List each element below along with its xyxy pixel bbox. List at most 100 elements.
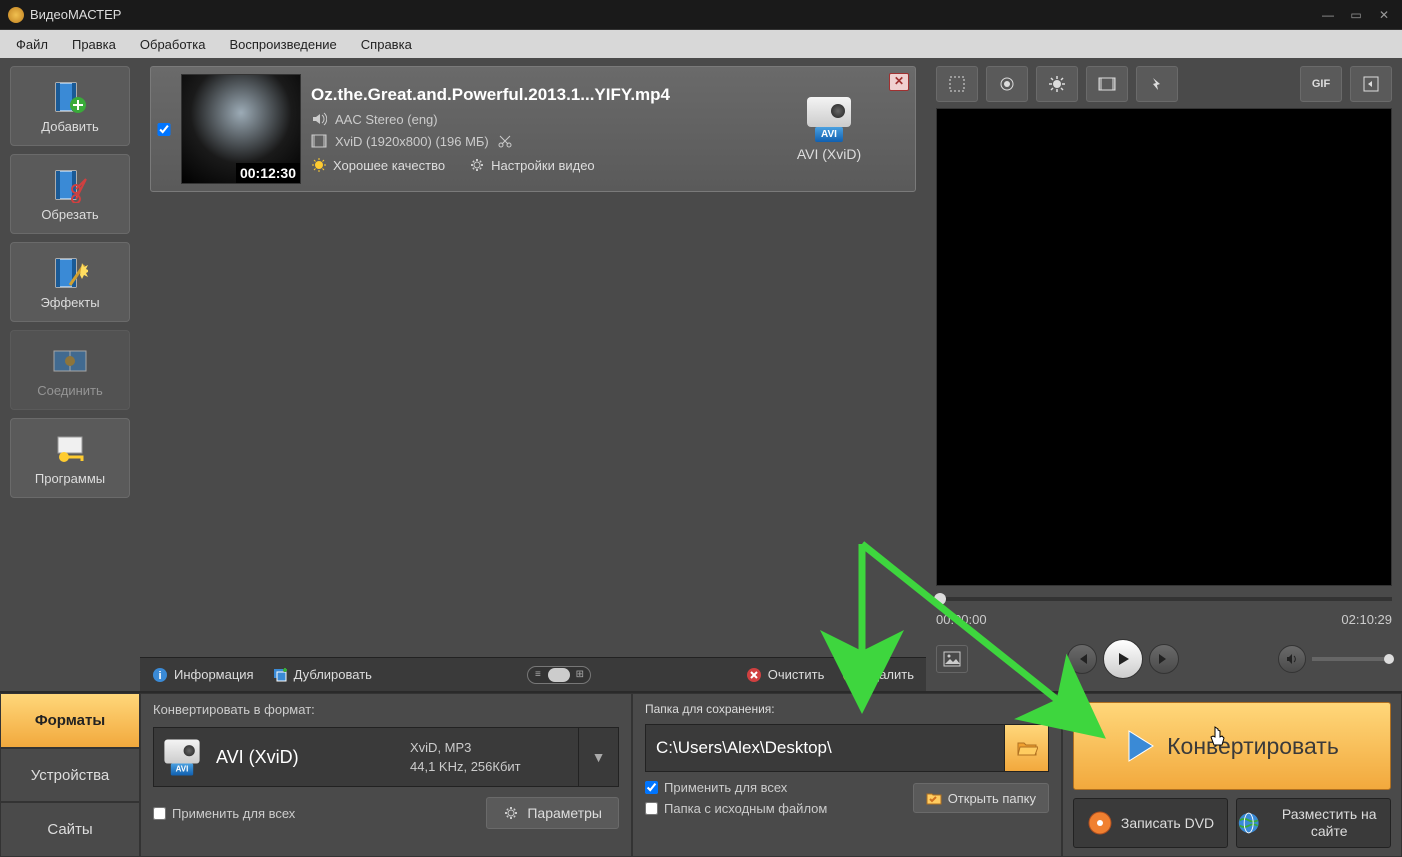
file-item[interactable]: 00:12:30 Oz.the.Great.and.Powerful.2013.…	[150, 66, 916, 192]
time-total: 02:10:29	[1341, 612, 1392, 627]
effects-tool-button[interactable]	[1086, 66, 1128, 102]
quality-button[interactable]: Хорошее качество	[311, 157, 445, 173]
format-selector[interactable]: AVI AVI (XviD) XviD, MP344,1 KHz, 256Кби…	[153, 727, 619, 787]
save-path-field[interactable]: C:\Users\Alex\Desktop\	[646, 725, 1004, 771]
close-button[interactable]: ✕	[1374, 8, 1394, 22]
camera-icon	[807, 97, 851, 127]
crop-tool-button[interactable]	[936, 66, 978, 102]
view-toggle[interactable]: ≡⊞	[527, 666, 591, 684]
fullscreen-button[interactable]	[1350, 66, 1392, 102]
video-preview[interactable]	[936, 108, 1392, 586]
file-output-format[interactable]: AVI AVI (XviD)	[779, 97, 879, 162]
menu-file[interactable]: Файл	[4, 33, 60, 56]
filmstrip-icon	[1097, 74, 1117, 94]
info-button[interactable]: i Информация	[152, 667, 254, 683]
file-name: Oz.the.Great.and.Powerful.2013.1...YIFY.…	[311, 85, 769, 105]
menu-process[interactable]: Обработка	[128, 33, 218, 56]
gif-icon: GIF	[1312, 78, 1330, 90]
tab-sites[interactable]: Сайты	[0, 802, 140, 857]
tab-devices[interactable]: Устройства	[0, 748, 140, 803]
format-panel: Конвертировать в формат: AVI AVI (XviD) …	[140, 693, 632, 857]
prev-button[interactable]	[1067, 644, 1097, 674]
format-badge: AVI	[815, 127, 843, 142]
photo-icon	[943, 651, 961, 667]
center-pane: 00:12:30 Oz.the.Great.and.Powerful.2013.…	[140, 58, 926, 691]
menu-help[interactable]: Справка	[349, 33, 424, 56]
remove-file-button[interactable]: ✕	[889, 73, 909, 91]
save-panel: Папка для сохранения: C:\Users\Alex\Desk…	[632, 693, 1062, 857]
play-arrow-icon	[1125, 729, 1155, 763]
maximize-button[interactable]: ▭	[1346, 8, 1366, 22]
effects-button[interactable]: Эффекты	[10, 242, 130, 322]
format-tabs: Форматы Устройства Сайты	[0, 693, 140, 857]
publish-button[interactable]: Разместить на сайте	[1236, 798, 1391, 848]
apply-all-checkbox[interactable]: Применить для всех	[153, 806, 295, 821]
action-bar: i Информация Дублировать ≡⊞ Очистить Уда…	[140, 657, 926, 691]
snapshot-button[interactable]	[936, 645, 968, 673]
burn-dvd-button[interactable]: Записать DVD	[1073, 798, 1228, 848]
browse-folder-button[interactable]	[1004, 725, 1048, 771]
format-name: AVI (XviD)	[210, 747, 410, 768]
film-icon	[311, 133, 327, 149]
convert-panel: Конвертировать Записать DVD Разместить н…	[1062, 693, 1402, 857]
enhance-tool-button[interactable]	[986, 66, 1028, 102]
titlebar: ВидеоМАСТЕР — ▭ ✕	[0, 0, 1402, 30]
join-button: Соединить	[10, 330, 130, 410]
volume-button[interactable]	[1278, 645, 1306, 673]
play-icon	[1114, 650, 1132, 668]
seek-bar[interactable]	[936, 592, 1392, 606]
cut-small-icon[interactable]	[497, 133, 513, 149]
speed-icon	[1147, 74, 1167, 94]
tab-formats[interactable]: Форматы	[0, 693, 140, 748]
programs-button[interactable]: Программы	[10, 418, 130, 498]
minimize-button[interactable]: —	[1318, 8, 1338, 22]
cut-label: Обрезать	[41, 207, 98, 222]
convert-button[interactable]: Конвертировать	[1073, 702, 1391, 790]
add-button[interactable]: Добавить	[10, 66, 130, 146]
gif-tool-button[interactable]: GIF	[1300, 66, 1342, 102]
brightness-icon	[1047, 74, 1067, 94]
wand-icon	[52, 255, 88, 291]
video-settings-button[interactable]: Настройки видео	[469, 157, 595, 173]
app-logo-icon	[8, 7, 24, 23]
scissors-icon	[52, 167, 88, 203]
parameters-button[interactable]: Параметры	[486, 797, 619, 829]
effects-label: Эффекты	[40, 295, 99, 310]
add-film-icon	[52, 79, 88, 115]
disc-icon	[1087, 810, 1113, 836]
apply-all-save-checkbox[interactable]: Применить для всех	[645, 780, 827, 795]
sun-icon	[311, 157, 327, 173]
app-title: ВидеоМАСТЕР	[30, 7, 1310, 22]
svg-text:i: i	[158, 670, 161, 682]
volume-slider[interactable]	[1312, 657, 1392, 661]
brightness-tool-button[interactable]	[1036, 66, 1078, 102]
speed-tool-button[interactable]	[1136, 66, 1178, 102]
duplicate-icon	[272, 667, 288, 683]
menu-edit[interactable]: Правка	[60, 33, 128, 56]
globe-icon	[1237, 810, 1260, 836]
file-checkbox[interactable]	[157, 123, 171, 136]
file-thumbnail[interactable]: 00:12:30	[181, 74, 301, 184]
file-video: XviD (1920x800) (196 МБ)	[335, 134, 489, 149]
key-icon	[52, 431, 88, 467]
delete-button[interactable]: Удалить	[842, 667, 914, 683]
format-dropdown-button[interactable]: ▼	[578, 728, 618, 786]
next-button[interactable]	[1149, 644, 1179, 674]
duplicate-button[interactable]: Дублировать	[272, 667, 372, 683]
file-duration: 00:12:30	[236, 163, 300, 183]
next-icon	[1157, 652, 1171, 666]
menu-play[interactable]: Воспроизведение	[217, 33, 348, 56]
folder-check-icon	[926, 791, 942, 805]
cut-button[interactable]: Обрезать	[10, 154, 130, 234]
clear-button[interactable]: Очистить	[746, 667, 825, 683]
format-badge-small: AVI	[171, 763, 193, 775]
camera-icon	[164, 739, 199, 763]
menubar: Файл Правка Обработка Воспроизведение Сп…	[0, 30, 1402, 58]
info-icon: i	[152, 667, 168, 683]
preview-pane: GIF 00:00:00 02:10:29	[926, 58, 1402, 691]
source-folder-checkbox[interactable]: Папка с исходным файлом	[645, 801, 827, 816]
volume-icon	[1285, 652, 1299, 666]
play-button[interactable]	[1103, 639, 1143, 679]
add-label: Добавить	[41, 119, 98, 134]
open-folder-button[interactable]: Открыть папку	[913, 783, 1049, 813]
